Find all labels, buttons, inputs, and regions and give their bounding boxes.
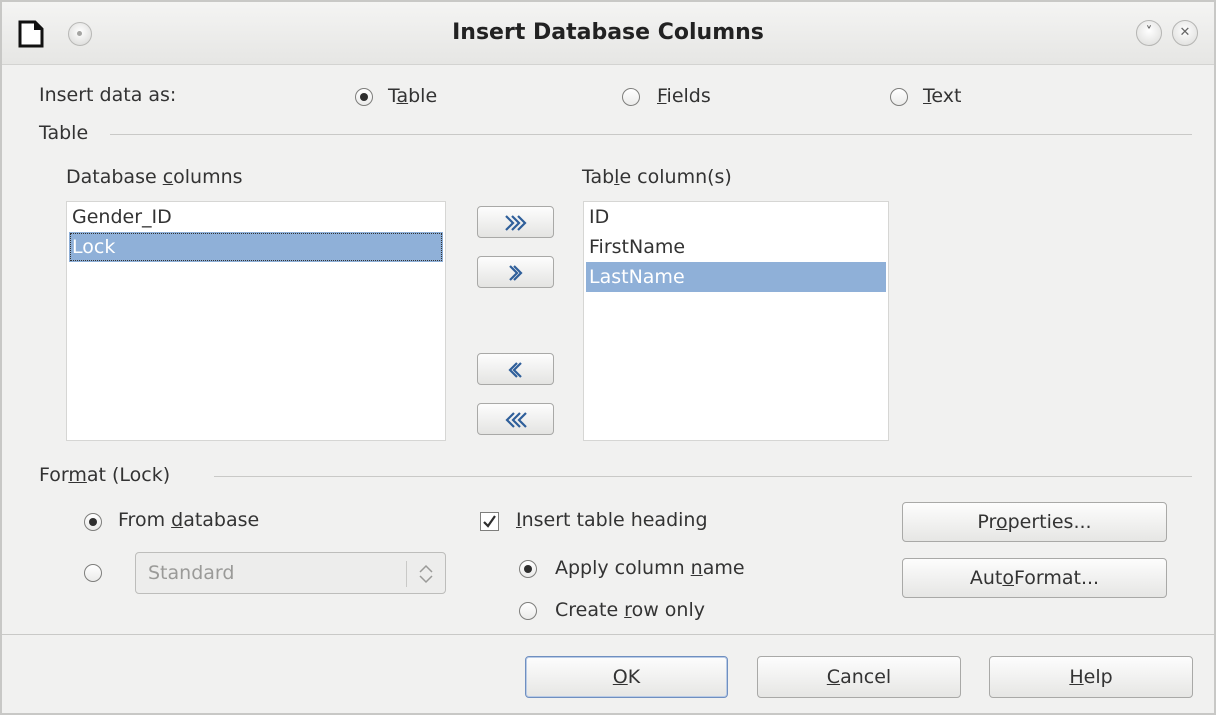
radio-create-row-only[interactable] [519, 602, 537, 620]
table-columns-label: Table column(s) [582, 166, 732, 188]
move-right-button[interactable] [477, 256, 554, 288]
minimize-chevron-icon[interactable]: ˅ [1136, 20, 1162, 46]
format-section-divider [214, 476, 1192, 477]
ok-button[interactable]: OK [525, 656, 728, 698]
format-section-title: Format (Lock) [39, 464, 171, 486]
insert-data-as-label: Insert data as: [39, 84, 177, 106]
double-chevron-left-icon [505, 412, 527, 428]
move-all-left-button[interactable] [477, 403, 554, 435]
table-columns-list[interactable]: ID FirstName LastName [583, 201, 889, 441]
title-bar: Insert Database Columns ˅ ✕ [2, 2, 1214, 65]
database-columns-list[interactable]: Gender_ID Lock [66, 201, 446, 441]
dialog-title: Insert Database Columns [452, 20, 764, 45]
table-section-divider [110, 134, 1192, 135]
radio-table-label[interactable]: Table [388, 85, 437, 107]
checkmark-icon [483, 515, 496, 528]
combo-divider [406, 561, 407, 587]
radio-text-label[interactable]: Text [923, 85, 961, 107]
properties-button[interactable]: Properties... [902, 502, 1167, 542]
help-button[interactable]: Help [989, 656, 1193, 698]
list-item[interactable]: FirstName [586, 232, 886, 262]
radio-create-row-only-label[interactable]: Create row only [555, 599, 705, 621]
radio-from-database-label[interactable]: From database [118, 509, 259, 531]
move-all-right-button[interactable] [477, 206, 554, 238]
radio-table[interactable] [355, 88, 373, 106]
footer-divider [2, 634, 1214, 635]
radio-text[interactable] [890, 88, 908, 106]
list-item-selected[interactable]: Lock [69, 232, 443, 262]
number-format-select[interactable]: Standard [135, 552, 446, 594]
double-chevron-right-icon [505, 215, 527, 231]
list-item[interactable]: Gender_ID [69, 202, 443, 232]
insert-table-heading-checkbox[interactable] [480, 512, 499, 531]
radio-from-database[interactable] [84, 513, 102, 531]
move-left-button[interactable] [477, 353, 554, 385]
radio-fields-label[interactable]: Fields [657, 85, 711, 107]
number-format-value: Standard [148, 562, 235, 584]
insert-database-columns-dialog: Insert Database Columns ˅ ✕ Insert data … [0, 0, 1216, 715]
spin-arrows-icon [419, 564, 433, 584]
database-columns-label: Database columns [66, 166, 243, 188]
close-icon[interactable]: ✕ [1172, 20, 1198, 46]
radio-format-combo[interactable] [84, 564, 102, 582]
list-item-selected[interactable]: LastName [586, 262, 886, 292]
cancel-button[interactable]: Cancel [757, 656, 961, 698]
list-item[interactable]: ID [586, 202, 886, 232]
insert-table-heading-label[interactable]: Insert table heading [516, 509, 708, 531]
chevron-left-icon [508, 362, 522, 378]
table-section-title: Table [39, 122, 89, 144]
radio-apply-column-name[interactable] [519, 560, 537, 578]
radio-apply-column-name-label[interactable]: Apply column name [555, 557, 745, 579]
autoformat-button[interactable]: AutoFormat... [902, 558, 1167, 598]
chevron-right-icon [509, 265, 523, 281]
radio-fields[interactable] [622, 88, 640, 106]
